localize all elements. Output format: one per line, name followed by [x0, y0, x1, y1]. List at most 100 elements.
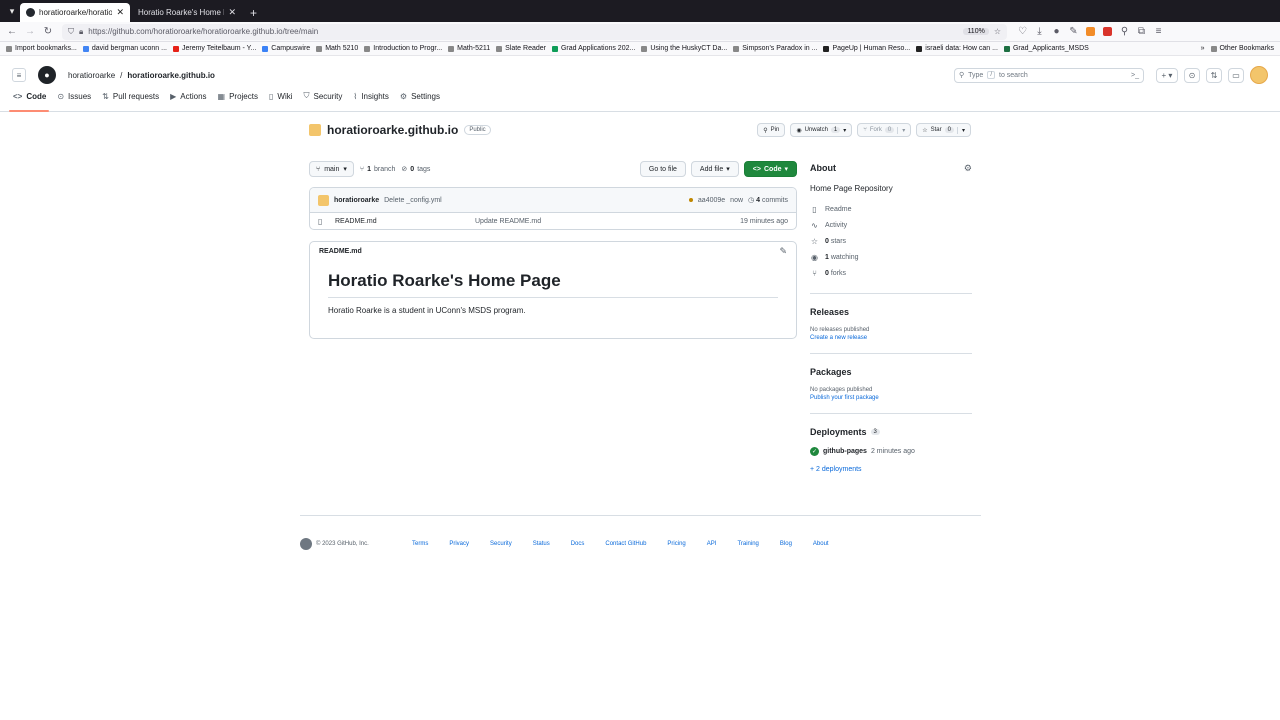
pin-button[interactable]: ⚲ Pin [757, 123, 786, 137]
tab-code[interactable]: <> Code [9, 88, 53, 112]
status-pending-icon[interactable] [688, 198, 693, 202]
firefox-view-icon[interactable]: ▾ [4, 0, 20, 22]
commit-sha[interactable]: aa4009e [698, 197, 725, 204]
extension-icon[interactable] [1100, 24, 1115, 40]
reload-icon[interactable]: ↻ [40, 24, 56, 40]
commit-message[interactable]: Delete _config.yml [384, 197, 442, 204]
bookmark-item[interactable]: Jeremy Teitelbaum - Y... [172, 45, 256, 52]
deployment-item[interactable]: ✓ github-pages 2 minutes ago [810, 447, 972, 456]
file-commit-message[interactable]: Update README.md [475, 218, 740, 225]
tab-actions[interactable]: ▶ Actions [166, 88, 213, 111]
pocket-icon[interactable]: ♡ [1015, 24, 1030, 40]
fork-button[interactable]: ⑂ Fork 0 ▾ [857, 123, 912, 137]
create-release-link[interactable]: Create a new release [810, 335, 972, 341]
github-logo-icon[interactable]: ● [38, 66, 56, 84]
shield-icon[interactable]: ⛉ [68, 27, 74, 37]
releases-header[interactable]: Releases [810, 306, 972, 318]
browser-tab[interactable]: Horatio Roarke's Home Page ✕ [132, 3, 242, 22]
bookmark-item[interactable]: Math-5211 [448, 45, 490, 52]
commit-author[interactable]: horatioroarke [334, 197, 379, 204]
table-row[interactable]: ▯ README.md Update README.md 19 minutes … [310, 213, 796, 229]
address-bar[interactable]: ⛉ 🔒︎ https://github.com/horatioroarke/ho… [62, 23, 1007, 40]
footer-link-privacy[interactable]: Privacy [449, 541, 469, 547]
extension-icon[interactable]: ⚲ [1117, 24, 1132, 40]
extension-icon[interactable]: ● [1049, 24, 1064, 40]
branches-link[interactable]: ⑂ 1 branch [360, 166, 396, 173]
bookmark-item[interactable]: Math 5210 [316, 45, 358, 52]
zoom-level[interactable]: 110% [963, 28, 989, 35]
more-deployments-link[interactable]: + 2 deployments [810, 466, 972, 473]
other-bookmarks[interactable]: Other Bookmarks [1210, 45, 1274, 52]
footer-link-blog[interactable]: Blog [780, 541, 792, 547]
gear-icon[interactable]: ⚙ [964, 163, 972, 174]
lock-icon[interactable]: 🔒︎ [79, 27, 83, 37]
tab-settings[interactable]: ⚙ Settings [396, 88, 447, 111]
code-button[interactable]: <> Code ▾ [743, 161, 797, 177]
footer-link-api[interactable]: API [707, 541, 717, 547]
tab-issues[interactable]: ⊙ Issues [53, 88, 98, 111]
packages-header[interactable]: Packages [810, 366, 972, 378]
footer-link-security[interactable]: Security [490, 541, 512, 547]
create-new-icon[interactable]: + ▾ [1156, 67, 1178, 83]
pull-requests-icon[interactable]: ⇅ [1206, 67, 1222, 83]
footer-link-contact[interactable]: Contact GitHub [605, 541, 646, 547]
footer-link-terms[interactable]: Terms [412, 541, 428, 547]
pencil-icon[interactable]: ✎ [779, 246, 787, 257]
tab-security[interactable]: ⛉ Security [300, 88, 350, 111]
new-tab-button[interactable]: + [244, 3, 263, 22]
close-tab-icon[interactable]: ✕ [228, 7, 236, 18]
tags-link[interactable]: ⊘ 0 tags [401, 165, 430, 174]
star-button[interactable]: ☆ Star 0 ▾ [916, 123, 971, 137]
bookmark-item[interactable]: Grad Applications 202... [551, 45, 635, 52]
go-to-file-button[interactable]: Go to file [639, 161, 686, 177]
avatar[interactable] [1250, 66, 1268, 84]
avatar[interactable] [318, 194, 329, 206]
footer-link-training[interactable]: Training [737, 541, 758, 547]
menu-icon[interactable]: ≡ [1151, 24, 1166, 40]
tab-pull-requests[interactable]: ⇅ Pull requests [98, 88, 166, 111]
watching-link[interactable]: ◉ 1 watching [810, 249, 972, 265]
activity-link[interactable]: ∿ Activity [810, 217, 972, 233]
unwatch-button[interactable]: ◉ Unwatch 1 ▾ [790, 123, 853, 137]
inbox-icon[interactable]: ▭ [1228, 67, 1244, 83]
readme-link[interactable]: ▯ Readme [810, 201, 972, 217]
branch-select-button[interactable]: ⑂ main ▾ [309, 161, 354, 177]
tab-projects[interactable]: ▦ Projects [214, 88, 265, 111]
footer-link-about[interactable]: About [813, 541, 829, 547]
extensions-puzzle-icon[interactable]: ⧉ [1134, 24, 1149, 40]
github-logo-icon[interactable] [300, 538, 312, 550]
deployment-env[interactable]: github-pages [823, 448, 867, 455]
chevron-down-icon[interactable]: ▾ [897, 126, 905, 134]
repo-name[interactable]: horatioroarke.github.io [327, 123, 458, 137]
bookmark-item[interactable]: Grad_Applicants_MSDS [1003, 45, 1089, 52]
tab-insights[interactable]: ⌇ Insights [349, 88, 395, 111]
publish-package-link[interactable]: Publish your first package [810, 395, 972, 401]
chevron-right-icon[interactable]: » [1201, 45, 1205, 52]
bookmark-item[interactable]: david bergman uconn ... [82, 45, 167, 52]
footer-link-status[interactable]: Status [533, 541, 550, 547]
back-icon[interactable]: ← [4, 24, 20, 40]
bookmark-item[interactable]: Slate Reader [496, 45, 546, 52]
repo-owner-avatar[interactable] [309, 124, 321, 136]
forks-link[interactable]: ⑂ 0 forks [810, 265, 972, 281]
footer-link-pricing[interactable]: Pricing [667, 541, 685, 547]
bookmark-item[interactable]: israeli data: How can ... [916, 45, 998, 52]
extension-icon[interactable] [1083, 24, 1098, 40]
extension-icon[interactable]: ✎ [1066, 24, 1081, 40]
bookmark-item[interactable]: Using the HuskyCT Da... [641, 45, 727, 52]
readme-filename[interactable]: README.md [319, 248, 362, 255]
downloads-icon[interactable]: ⤓ [1032, 24, 1047, 40]
bookmark-item[interactable]: Campuswire [262, 45, 310, 52]
stars-link[interactable]: ☆ 0 stars [810, 233, 972, 249]
bookmark-item[interactable]: Import bookmarks... [6, 45, 77, 52]
tab-wiki[interactable]: ▯ Wiki [265, 88, 300, 111]
footer-link-docs[interactable]: Docs [571, 541, 585, 547]
bookmark-star-icon[interactable]: ☆ [994, 27, 1001, 36]
issues-icon[interactable]: ⊙ [1184, 67, 1200, 83]
file-name[interactable]: README.md [335, 218, 475, 225]
bookmark-item[interactable]: Introduction to Progr... [364, 45, 442, 52]
chevron-down-icon[interactable]: ▾ [956, 126, 965, 134]
search-input[interactable]: ⚲ Type / to search >_ [954, 67, 1144, 83]
close-tab-icon[interactable]: ✕ [116, 7, 124, 18]
deployments-header[interactable]: Deployments 3 [810, 426, 972, 438]
